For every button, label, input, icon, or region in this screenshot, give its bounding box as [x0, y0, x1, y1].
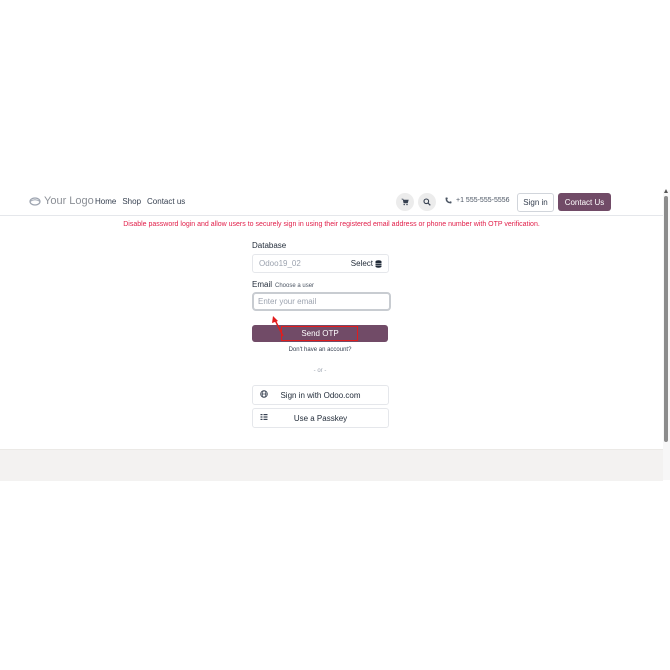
database-label: Database [252, 241, 287, 250]
phone-link[interactable]: +1 555-555-5556 [445, 197, 510, 204]
otp-notice: Disable password login and allow users t… [123, 221, 540, 228]
annotation-highlight-box [281, 326, 358, 341]
email-hint: Choose a user [275, 283, 315, 289]
scroll-up-arrow[interactable] [664, 189, 668, 193]
footer [0, 449, 663, 481]
sign-in-odoo-button[interactable]: Sign in with Odoo.com [252, 385, 389, 405]
nav-link-shop[interactable]: Shop [122, 197, 141, 206]
passkey-button[interactable]: Use a Passkey [252, 408, 389, 428]
database-icon [375, 259, 382, 268]
database-select-button[interactable]: Select [351, 259, 382, 268]
nav-link-contact-us[interactable]: Contact us [147, 197, 185, 206]
database-select-label: Select [350, 259, 373, 268]
search-button[interactable] [418, 193, 436, 211]
nav-link-home[interactable]: Home [95, 197, 116, 206]
database-value: Odoo19_02 [259, 259, 301, 268]
signup-link[interactable]: Don't have an account? [252, 347, 388, 353]
phone-icon [445, 197, 452, 204]
passkey-label: Use a Passkey [293, 414, 348, 423]
email-label: Email [252, 280, 273, 289]
cart-icon [401, 198, 409, 206]
nav-links: Home Shop Contact us [95, 197, 185, 206]
cart-button[interactable] [396, 193, 414, 211]
logo-text: Your Logo [44, 195, 94, 207]
search-icon [423, 198, 431, 206]
logo-icon [29, 196, 41, 206]
phone-number: +1 555-555-5556 [456, 197, 510, 204]
database-field: Odoo19_02 Select [252, 254, 389, 273]
sign-in-odoo-label: Sign in with Odoo.com [280, 391, 361, 400]
contact-us-button[interactable]: Contact Us [558, 193, 611, 211]
scrollbar-thumb[interactable] [664, 196, 668, 442]
email-label-row: Email Choose a user [252, 280, 314, 289]
email-input[interactable]: Enter your email [252, 292, 391, 311]
logo[interactable]: Your Logo [29, 195, 94, 207]
or-divider: - or - [313, 368, 327, 374]
sign-in-button[interactable]: Sign in [517, 193, 554, 212]
navbar: Your Logo Home Shop Contact us +1 555-55… [0, 190, 663, 216]
